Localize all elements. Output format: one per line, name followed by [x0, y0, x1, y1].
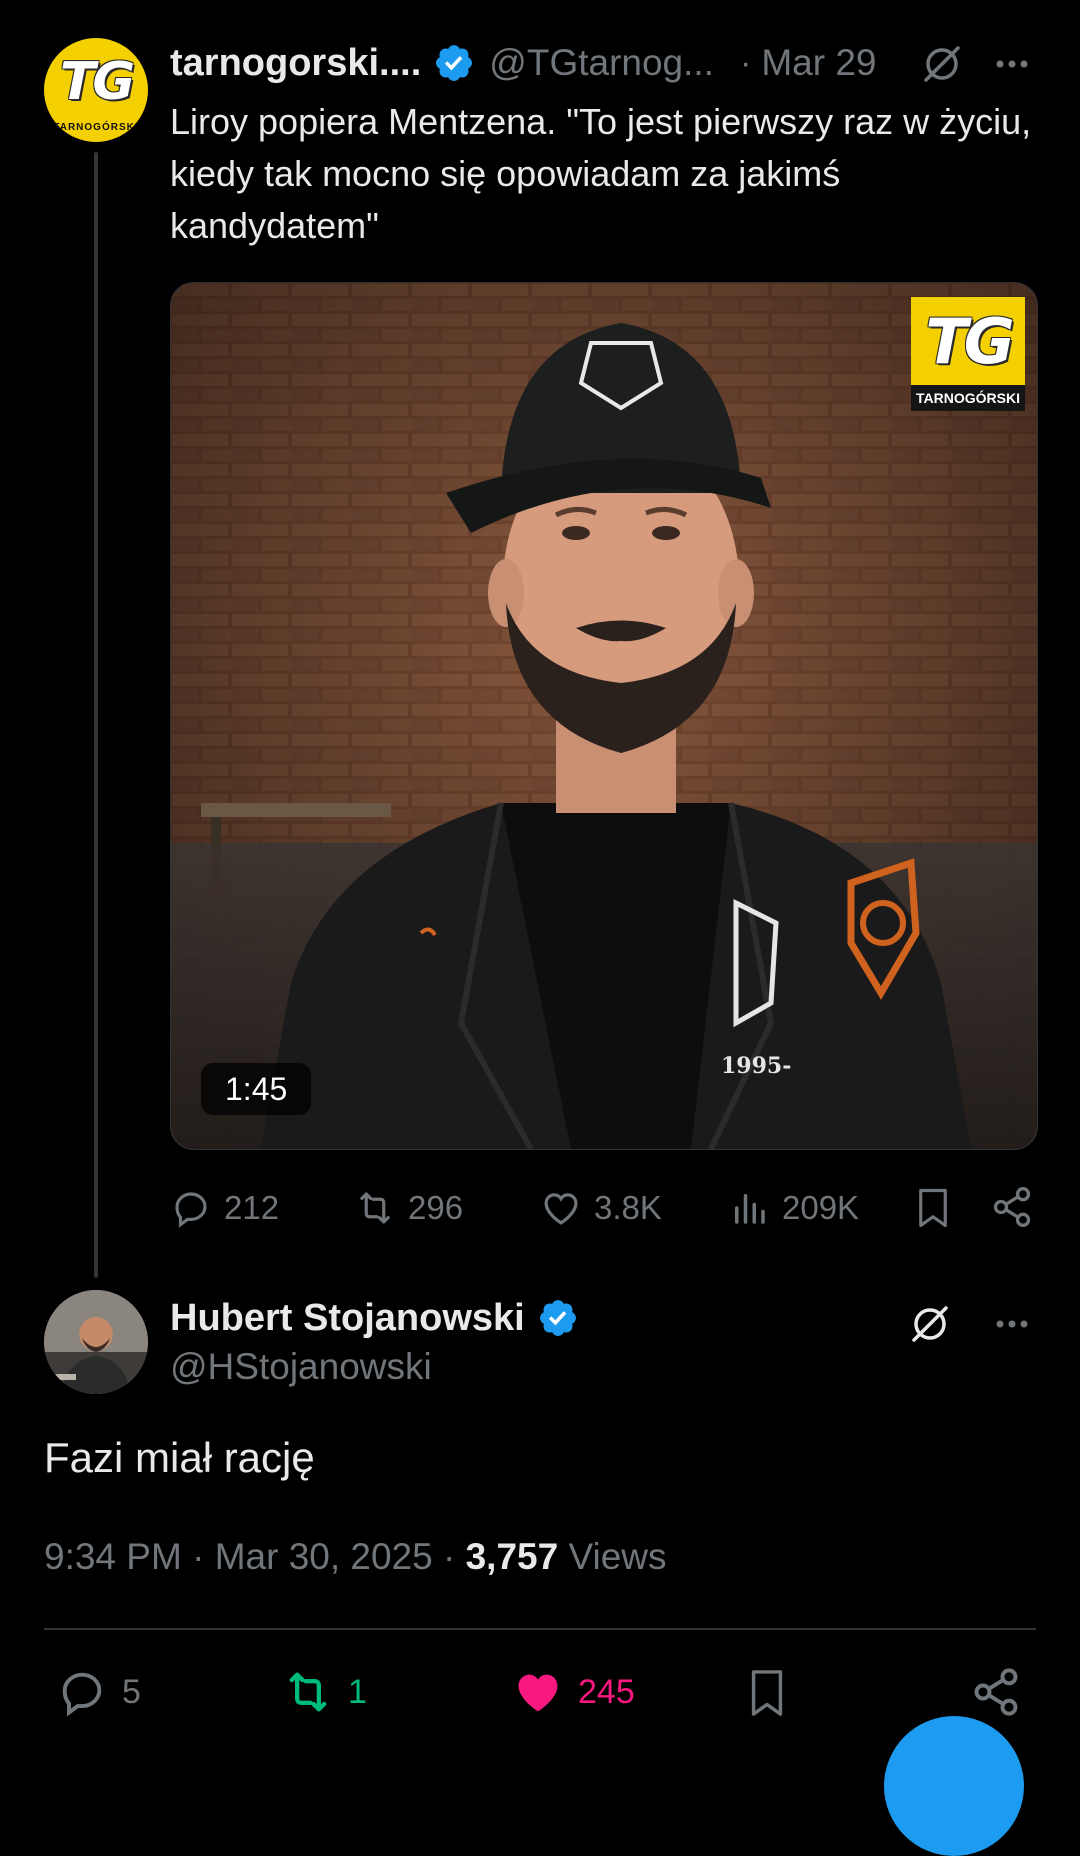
- more-options-icon[interactable]: [990, 1302, 1034, 1346]
- meta-separator-2: ·: [443, 1536, 456, 1577]
- quoted-date[interactable]: Mar 29: [761, 42, 876, 84]
- video-duration: 1:45: [201, 1063, 312, 1115]
- tweet-metadata: 9:34 PM · Mar 30, 2025 · 3,757 Views: [44, 1536, 667, 1578]
- views-icon: [735, 1194, 765, 1224]
- hubert-avatar[interactable]: [44, 1290, 148, 1394]
- meta-separator: ·: [192, 1536, 205, 1577]
- thread-connector-line: [94, 152, 98, 1278]
- main-reply-count: 5: [122, 1672, 141, 1711]
- tweet-date[interactable]: Mar 30, 2025: [215, 1536, 433, 1577]
- repost-icon: [289, 1672, 327, 1712]
- grok-icon[interactable]: [920, 42, 964, 86]
- bookmark-icon[interactable]: [912, 1185, 954, 1231]
- main-tweet-header: Hubert Stojanowski: [170, 1292, 579, 1344]
- header-separator: ·: [739, 43, 752, 82]
- quoted-handle[interactable]: @TGtarnog...: [489, 42, 714, 84]
- avatar-logo-subtext: TARNOGÓRSKI: [53, 122, 139, 133]
- reply-count: 212: [224, 1189, 280, 1226]
- main-tweet-text: Fazi miał rację: [44, 1434, 315, 1481]
- like-button[interactable]: 3.8K: [540, 1180, 662, 1236]
- grok-icon[interactable]: [908, 1302, 952, 1346]
- main-repost-count: 1: [348, 1672, 367, 1711]
- reply-icon: [175, 1192, 207, 1228]
- verified-badge-icon: [436, 45, 473, 81]
- quoted-tweet-text: Liroy popiera Mentzena. "To jest pierwsz…: [170, 101, 1032, 246]
- reply-button[interactable]: 212: [170, 1180, 279, 1236]
- main-like-button[interactable]: 245: [512, 1662, 635, 1722]
- reply-icon: [62, 1672, 102, 1717]
- video-logo-brand: TARNOGÓRSKI: [911, 385, 1025, 411]
- repost-icon: [360, 1192, 390, 1224]
- repost-count: 296: [408, 1189, 464, 1226]
- video-player[interactable]: 1995- TG TARNOGÓRSKI 1:45: [170, 282, 1038, 1150]
- video-logo-text: TG: [925, 305, 1014, 378]
- tweet-views-label: Views: [568, 1536, 667, 1577]
- views-button[interactable]: 209K: [728, 1180, 859, 1236]
- main-like-count: 245: [578, 1672, 635, 1711]
- more-options-icon[interactable]: [990, 42, 1034, 86]
- avatar-photo: [44, 1290, 148, 1394]
- like-count: 3.8K: [594, 1189, 662, 1226]
- main-reply-button[interactable]: 5: [56, 1662, 141, 1722]
- tweet-time[interactable]: 9:34 PM: [44, 1536, 182, 1577]
- compose-fab-button[interactable]: [884, 1716, 1024, 1856]
- like-icon: [544, 1193, 578, 1225]
- tarnogorski-avatar[interactable]: TG TARNOGÓRSKI: [44, 38, 148, 142]
- repost-button[interactable]: 296: [354, 1180, 463, 1236]
- video-channel-logo: TG TARNOGÓRSKI: [911, 297, 1025, 411]
- video-frame: 1995-: [171, 283, 1037, 1149]
- quoted-tweet-header: tarnogorski.... @TGtarnog... · Mar 29: [170, 38, 876, 88]
- tweet-views-count[interactable]: 3,757: [466, 1536, 559, 1577]
- like-icon-filled: [518, 1674, 558, 1712]
- main-handle[interactable]: @HStojanowski: [170, 1346, 432, 1388]
- share-icon[interactable]: [970, 1666, 1022, 1718]
- main-repost-button[interactable]: 1: [282, 1662, 367, 1722]
- quoted-display-name[interactable]: tarnogorski....: [170, 42, 421, 85]
- share-icon[interactable]: [990, 1185, 1034, 1229]
- verified-badge-icon: [539, 1300, 576, 1336]
- svg-text:1995-: 1995-: [721, 1053, 791, 1079]
- avatar-logo-text: TG: [59, 52, 135, 112]
- views-count: 209K: [782, 1189, 860, 1226]
- main-display-name[interactable]: Hubert Stojanowski: [170, 1297, 525, 1340]
- bookmark-icon[interactable]: [744, 1666, 790, 1720]
- divider: [44, 1628, 1036, 1630]
